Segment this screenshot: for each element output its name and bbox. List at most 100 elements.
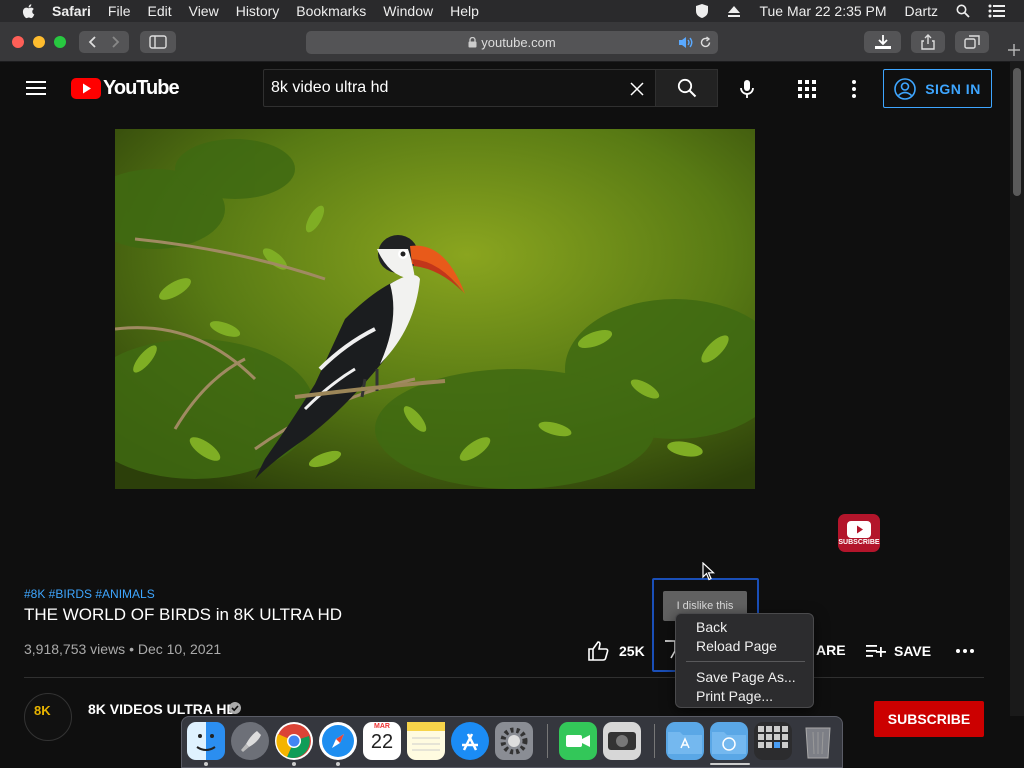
app-store-a-icon: [462, 733, 478, 751]
share-toolbar-button[interactable]: [911, 31, 945, 53]
audio-playing-icon[interactable]: [678, 36, 694, 49]
sign-in-label: SIGN IN: [925, 80, 981, 97]
window-minimize-button[interactable]: [33, 36, 45, 48]
playlist-add-icon: [866, 645, 886, 657]
grid-stack-icon: [758, 726, 788, 748]
address-bar[interactable]: youtube.com: [306, 31, 718, 54]
context-menu-separator: [686, 661, 805, 662]
finder-dock-icon[interactable]: [187, 722, 225, 760]
watermark-label: SUBSCRIBE: [838, 538, 880, 546]
save-button[interactable]: SAVE: [866, 640, 931, 662]
context-menu-print-page[interactable]: Print Page...: [696, 688, 773, 704]
menu-datetime[interactable]: Tue Mar 22 2:35 PM: [759, 3, 886, 19]
search-button[interactable]: [656, 69, 718, 107]
like-count: 25K: [619, 643, 645, 659]
system-preferences-dock-icon[interactable]: [495, 722, 533, 760]
menu-app-name[interactable]: Safari: [52, 3, 91, 19]
dock-separator-2: [654, 724, 655, 758]
hamburger-menu-icon[interactable]: [26, 80, 46, 96]
applications-folder-dock-icon[interactable]: [666, 722, 704, 760]
channel-avatar-text: 8K: [34, 703, 51, 718]
apple-icon[interactable]: [20, 2, 38, 20]
lock-icon: [468, 37, 477, 48]
chrome-dock-icon[interactable]: [275, 722, 313, 760]
account-icon: [894, 77, 916, 100]
dock-folder-indicator: [710, 763, 750, 765]
context-menu-save-page-as[interactable]: Save Page As...: [696, 669, 796, 685]
window-close-button[interactable]: [12, 36, 24, 48]
sidebar-toggle-button[interactable]: [140, 31, 176, 53]
tab-overview-button[interactable]: [955, 31, 989, 53]
share-button[interactable]: ARE: [816, 642, 846, 658]
menu-history[interactable]: History: [236, 3, 280, 19]
downloads-button[interactable]: [864, 31, 901, 53]
menu-view[interactable]: View: [189, 3, 219, 19]
eject-icon[interactable]: [727, 4, 741, 18]
window-zoom-button[interactable]: [54, 36, 66, 48]
apps-grid-icon[interactable]: [798, 80, 816, 98]
notes-dock-icon[interactable]: [407, 722, 445, 760]
verified-badge-icon: [229, 702, 241, 714]
mouse-cursor-icon: [702, 562, 715, 581]
settings-more-vertical-icon[interactable]: [851, 80, 857, 98]
scrollbar-thumb[interactable]: [1013, 68, 1021, 196]
menu-file[interactable]: File: [108, 3, 131, 19]
safari-running-indicator: [336, 762, 340, 766]
back-forward-buttons: [79, 31, 129, 53]
channel-avatar[interactable]: 8K: [24, 693, 72, 741]
back-chevron-icon[interactable]: [82, 34, 104, 50]
trash-dock-icon[interactable]: [799, 722, 837, 760]
calendar-dock-icon[interactable]: MAR 22: [363, 722, 401, 760]
finder-running-indicator: [204, 762, 208, 766]
menu-bar: Safari File Edit View History Bookmarks …: [0, 0, 1024, 22]
search-input[interactable]: [271, 79, 611, 97]
reload-icon[interactable]: [699, 36, 712, 49]
calendar-day: 22: [370, 731, 394, 753]
forward-chevron-icon[interactable]: [104, 34, 126, 50]
facetime-dock-icon[interactable]: [559, 722, 597, 760]
video-title: THE WORLD OF BIRDS in 8K ULTRA HD: [24, 605, 343, 624]
subscribe-button[interactable]: SUBSCRIBE: [874, 701, 984, 737]
new-tab-plus-icon[interactable]: [1004, 40, 1024, 60]
downloads-folder-dock-icon[interactable]: [710, 722, 748, 760]
context-menu-back[interactable]: Back: [696, 619, 727, 635]
camera-icon: [608, 732, 636, 750]
like-button[interactable]: 25K: [588, 640, 645, 662]
video-hashtags[interactable]: #8K #BIRDS #ANIMALS: [24, 587, 155, 601]
menu-edit[interactable]: Edit: [147, 3, 171, 19]
safari-compass-icon: [322, 725, 354, 757]
subscribe-watermark[interactable]: SUBSCRIBE: [838, 514, 880, 552]
url-text: youtube.com: [481, 35, 556, 50]
photo-booth-dock-icon[interactable]: [603, 722, 641, 760]
menu-help[interactable]: Help: [450, 3, 479, 19]
clear-search-icon[interactable]: [630, 82, 644, 96]
thumbs-up-icon: [588, 641, 609, 661]
menu-user[interactable]: Dartz: [905, 3, 938, 19]
search-icon: [677, 78, 696, 98]
video-camera-icon: [566, 735, 590, 747]
menu-bookmarks[interactable]: Bookmarks: [296, 3, 366, 19]
context-menu-reload-page[interactable]: Reload Page: [696, 638, 777, 654]
youtube-watermark-icon: [847, 520, 871, 538]
chrome-running-indicator: [292, 762, 296, 766]
youtube-play-logo-icon: [71, 78, 101, 99]
screenshots-stack-dock-icon[interactable]: [754, 722, 792, 760]
app-store-dock-icon[interactable]: [451, 722, 489, 760]
folder-icon: [668, 732, 702, 754]
rocket-icon: [241, 731, 261, 752]
video-view-count-date: 3,918,753 views • Dec 10, 2021: [24, 641, 222, 657]
launchpad-dock-icon[interactable]: [231, 722, 269, 760]
sidebar-icon: [149, 35, 167, 49]
vpn-shield-icon[interactable]: [695, 3, 709, 19]
notes-lines-icon: [407, 722, 445, 751]
safari-dock-icon[interactable]: [319, 722, 357, 760]
control-center-icon[interactable]: [988, 4, 1006, 18]
menu-window[interactable]: Window: [383, 3, 433, 19]
youtube-logo[interactable]: YouTube: [71, 77, 180, 100]
channel-name[interactable]: 8K VIDEOS ULTRA HD: [88, 701, 237, 717]
spotlight-search-icon[interactable]: [956, 4, 970, 18]
video-player[interactable]: [115, 129, 755, 489]
more-actions-icon[interactable]: [954, 642, 976, 660]
sign-in-button[interactable]: SIGN IN: [883, 69, 992, 108]
microphone-icon[interactable]: [739, 79, 755, 99]
